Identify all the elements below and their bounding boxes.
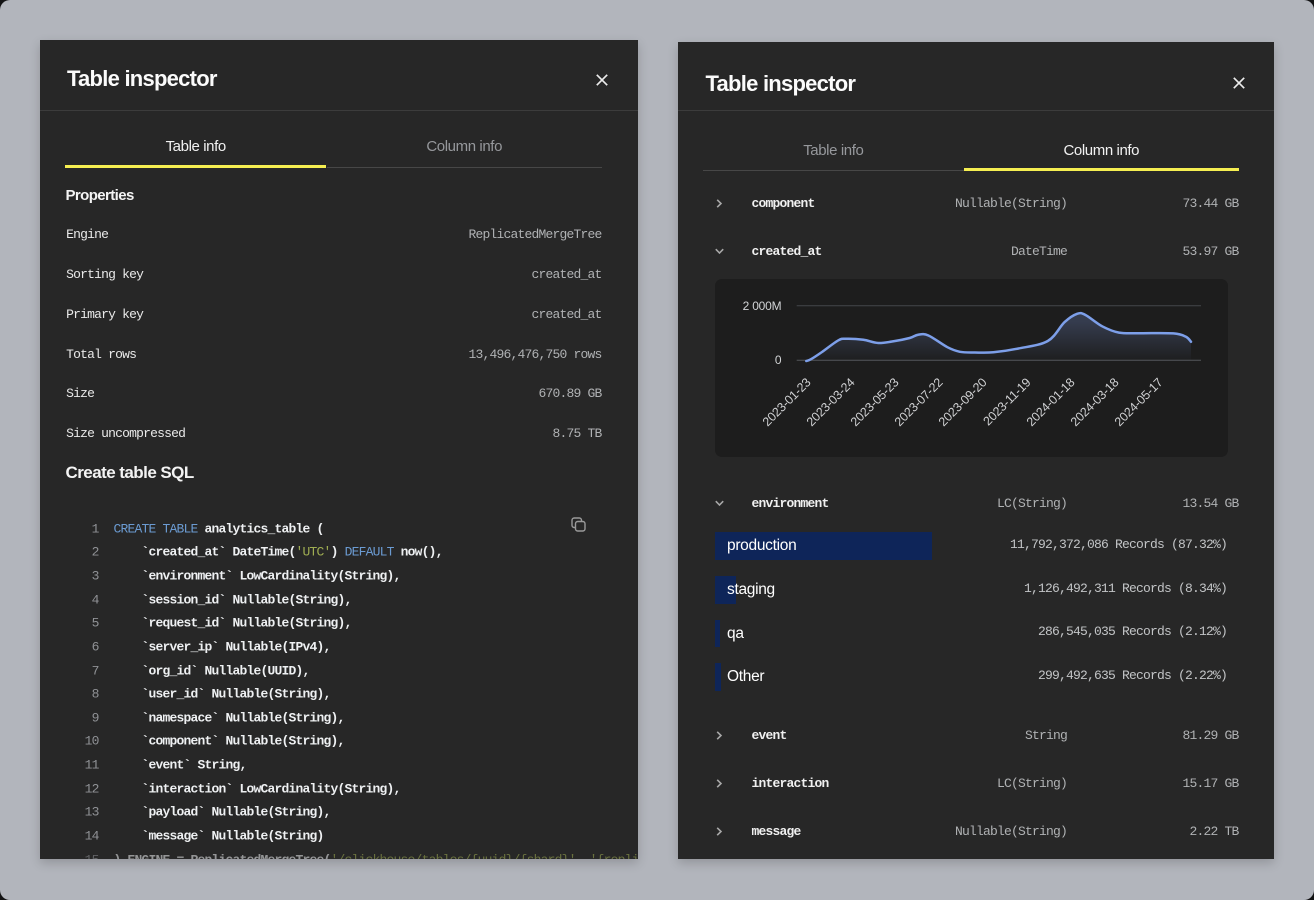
svg-text:2 000M: 2 000M <box>742 299 781 313</box>
svg-text:2024-05-17: 2024-05-17 <box>1111 375 1165 429</box>
svg-text:0: 0 <box>775 353 782 367</box>
